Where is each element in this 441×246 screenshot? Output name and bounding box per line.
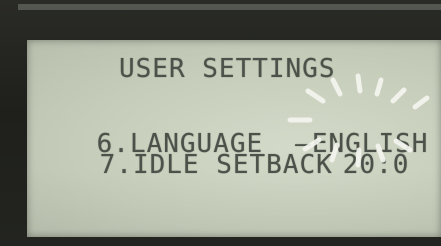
row-number: 7. xyxy=(99,150,133,180)
lcd-screen: USER SETTINGS 6.LANGUAGE —ENGLISH 7.IDLE … xyxy=(27,40,441,237)
row-label: IDLE SETBACK xyxy=(132,150,333,180)
menu-row-idle-setback[interactable]: 7.IDLE SETBACK 20:0 xyxy=(39,126,409,204)
screen-title: USER SETTINGS xyxy=(119,54,336,84)
row-value: 20:0 xyxy=(342,150,410,180)
bezel-highlight xyxy=(18,4,441,10)
